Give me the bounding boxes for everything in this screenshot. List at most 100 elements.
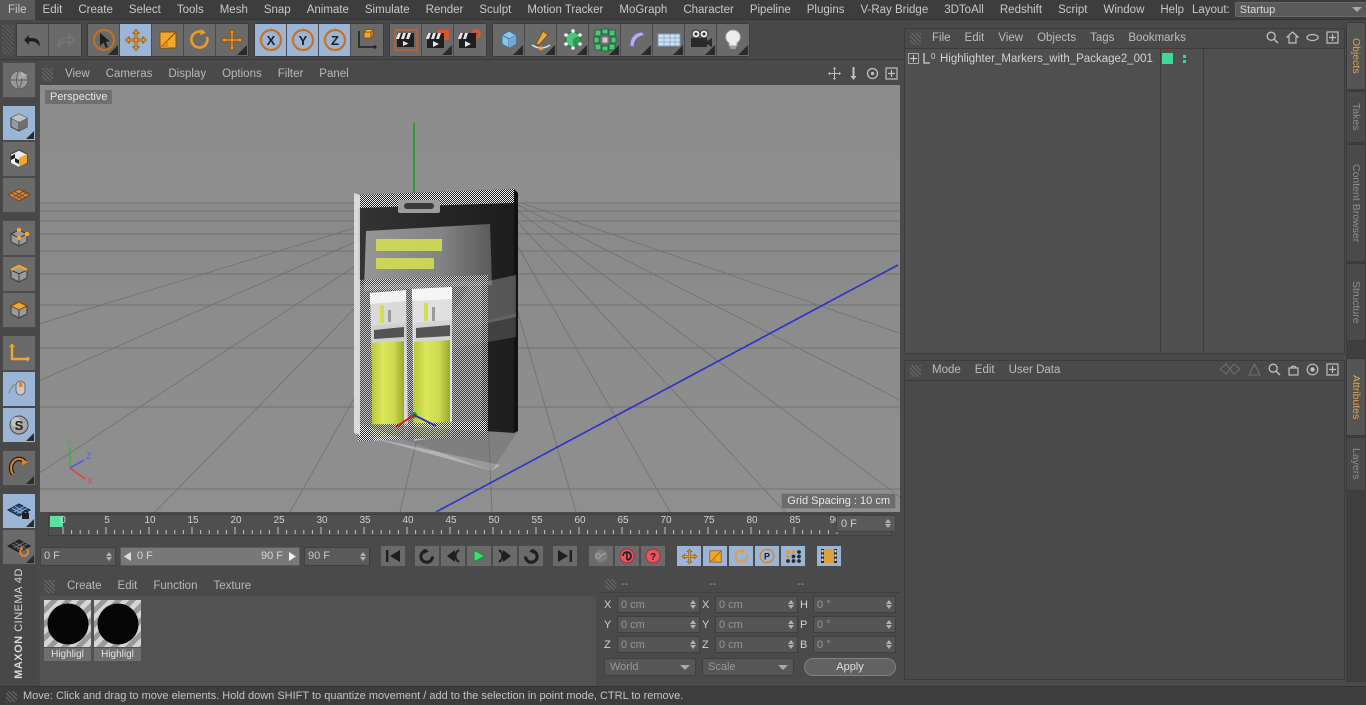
- object-menu-file[interactable]: File: [925, 29, 958, 48]
- render-view-button[interactable]: [390, 23, 422, 56]
- expand-toggle-icon[interactable]: [908, 53, 919, 64]
- material-swatch[interactable]: [44, 600, 91, 647]
- rotate-view-icon[interactable]: [866, 67, 879, 80]
- material-menu-texture[interactable]: Texture: [205, 576, 259, 596]
- material-manager-grip[interactable]: [44, 579, 55, 593]
- viewport-menu-view[interactable]: View: [57, 64, 98, 85]
- menu-item-help[interactable]: Help: [1152, 0, 1192, 20]
- preview-range-bar[interactable]: 0 F 90 F: [120, 546, 300, 566]
- menu-item-mesh[interactable]: Mesh: [212, 0, 256, 20]
- material-menu-edit[interactable]: Edit: [110, 576, 146, 596]
- range-left-arrow-icon[interactable]: [124, 551, 133, 561]
- snap-button[interactable]: [2, 450, 36, 486]
- attribute-manager-grip[interactable]: [910, 364, 921, 377]
- lock-x-button[interactable]: X: [255, 23, 287, 56]
- size-y-field[interactable]: 0 cm: [715, 616, 798, 633]
- viewport-menu-options[interactable]: Options: [214, 64, 270, 85]
- texture-mode-button[interactable]: [2, 141, 36, 177]
- magnifier-icon[interactable]: [1266, 31, 1279, 47]
- model-mode-button[interactable]: [2, 105, 36, 141]
- points-mode-button[interactable]: [2, 220, 36, 256]
- polygons-mode-button[interactable]: [2, 292, 36, 328]
- menu-item-file[interactable]: File: [0, 0, 35, 20]
- timeline-frame-field[interactable]: 0 F: [836, 515, 896, 532]
- interpolate-icon[interactable]: [1219, 363, 1241, 378]
- object-tag-swatch[interactable]: [1161, 53, 1173, 64]
- timeline-toggle-button[interactable]: [816, 545, 842, 567]
- material-swatch[interactable]: [94, 600, 141, 647]
- menu-item-sculpt[interactable]: Sculpt: [471, 0, 519, 20]
- object-row[interactable]: 0 Highlighter_Markers_with_Package2_001: [905, 49, 1344, 68]
- triangle-icon[interactable]: [1248, 362, 1261, 379]
- coordinate-grip[interactable]: [605, 578, 616, 590]
- soft-selection-button[interactable]: S: [2, 407, 36, 443]
- layout-dropdown[interactable]: Startup: [1234, 2, 1366, 17]
- menu-item-character[interactable]: Character: [675, 0, 742, 20]
- spinner-icon[interactable]: [788, 640, 794, 649]
- material-item[interactable]: Highligl: [44, 600, 91, 682]
- record-parameter-button[interactable]: [780, 545, 806, 567]
- add-camera-button[interactable]: [685, 23, 717, 56]
- menu-item-mograph[interactable]: MoGraph: [611, 0, 675, 20]
- object-menu-objects[interactable]: Objects: [1030, 29, 1083, 48]
- menu-item-3dtoall[interactable]: 3DToAll: [936, 0, 992, 20]
- rotation-p-field[interactable]: 0 °: [813, 616, 896, 633]
- undo-button[interactable]: [17, 23, 49, 56]
- add-scene-button[interactable]: [653, 23, 685, 56]
- render-settings-button[interactable]: [454, 23, 486, 56]
- menu-item-snap[interactable]: Snap: [256, 0, 299, 20]
- toolbar-grip[interactable]: [2, 24, 14, 55]
- play-button[interactable]: [466, 545, 492, 567]
- menu-item-tools[interactable]: Tools: [169, 0, 212, 20]
- rotation-b-field[interactable]: 0 °: [813, 636, 896, 653]
- material-menu-create[interactable]: Create: [59, 576, 110, 596]
- scale-button[interactable]: [152, 23, 184, 56]
- visibility-dots-icon[interactable]: [1180, 54, 1189, 63]
- tab-layers[interactable]: Layers: [1346, 437, 1366, 491]
- spinner-icon[interactable]: [886, 600, 892, 609]
- record-key-button[interactable]: [588, 545, 614, 567]
- timeline-ruler[interactable]: 0 5 10 15 20 25 30 35 40 45 50 55 60 65 …: [48, 514, 892, 536]
- object-manager-body[interactable]: 0 Highlighter_Markers_with_Package2_001: [905, 48, 1344, 353]
- tab-takes[interactable]: Takes: [1346, 91, 1366, 143]
- spinner-icon[interactable]: [690, 600, 696, 609]
- tab-content-browser[interactable]: Content Browser: [1346, 144, 1366, 262]
- menu-item-motion-tracker[interactable]: Motion Tracker: [519, 0, 611, 20]
- render-to-picture-viewer-button[interactable]: [422, 23, 454, 56]
- spinner-icon[interactable]: [690, 640, 696, 649]
- menu-item-pipeline[interactable]: Pipeline: [742, 0, 799, 20]
- make-editable-button[interactable]: [2, 62, 36, 98]
- menu-item-render[interactable]: Render: [418, 0, 472, 20]
- material-list[interactable]: Highligl Highligl: [40, 596, 596, 686]
- record-pla-button[interactable]: P: [754, 545, 780, 567]
- magnifier-icon[interactable]: [1268, 363, 1281, 379]
- rotate-button[interactable]: [184, 23, 216, 56]
- menu-item-plugins[interactable]: Plugins: [799, 0, 853, 20]
- menu-item-window[interactable]: Window: [1095, 0, 1152, 20]
- viewport-menu-filter[interactable]: Filter: [270, 64, 312, 85]
- coordinate-system-dropdown[interactable]: World: [604, 658, 696, 676]
- target-icon[interactable]: [1306, 363, 1319, 379]
- pan-view-icon[interactable]: [847, 67, 860, 80]
- move-view-icon[interactable]: [828, 67, 841, 80]
- live-selection-button[interactable]: [88, 23, 120, 56]
- add-mograph-button[interactable]: [589, 23, 621, 56]
- lock-z-button[interactable]: Z: [319, 23, 351, 56]
- position-y-field[interactable]: 0 cm: [617, 616, 700, 633]
- redo-button[interactable]: [49, 23, 81, 56]
- play-backwards-loop-button[interactable]: [414, 545, 440, 567]
- menu-item-redshift[interactable]: Redshift: [992, 0, 1050, 20]
- step-back-button[interactable]: [440, 545, 466, 567]
- position-z-field[interactable]: 0 cm: [617, 636, 700, 653]
- object-menu-view[interactable]: View: [991, 29, 1030, 48]
- viewport-grip[interactable]: [42, 68, 53, 81]
- position-x-field[interactable]: 0 cm: [617, 596, 700, 613]
- object-axis-button[interactable]: [2, 335, 36, 371]
- loop-forward-button[interactable]: [518, 545, 544, 567]
- record-position-button[interactable]: [676, 545, 702, 567]
- world-object-axis-button[interactable]: [351, 23, 383, 56]
- material-item[interactable]: Highligl: [94, 600, 141, 682]
- maximize-view-icon[interactable]: [885, 67, 898, 80]
- edges-mode-button[interactable]: [2, 256, 36, 292]
- tab-objects[interactable]: Objects: [1346, 22, 1366, 90]
